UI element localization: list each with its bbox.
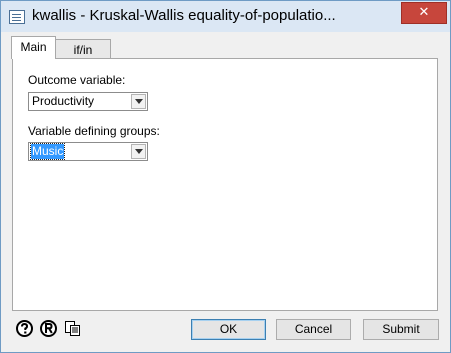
outcome-variable-label: Outcome variable: <box>28 73 126 87</box>
help-icon[interactable] <box>16 320 33 337</box>
dialog-window: kwallis - Kruskal-Wallis equality-of-pop… <box>0 0 451 353</box>
groups-variable-label: Variable defining groups: <box>28 124 160 138</box>
cancel-button-label: Cancel <box>294 322 333 336</box>
close-icon: ✕ <box>418 5 430 20</box>
window-title: kwallis - Kruskal-Wallis equality-of-pop… <box>32 7 336 24</box>
dialog-app-icon <box>9 10 25 24</box>
close-button[interactable]: ✕ <box>401 2 447 24</box>
ok-button[interactable]: OK <box>191 319 266 340</box>
outcome-dropdown-button[interactable] <box>131 94 146 109</box>
tab-if-in[interactable]: if/in <box>55 39 111 59</box>
groups-dropdown-button[interactable] <box>131 144 146 159</box>
groups-variable-value: Music <box>29 143 66 160</box>
submit-button[interactable]: Submit <box>363 319 439 340</box>
ok-button-label: OK <box>219 322 238 336</box>
reset-icon[interactable] <box>40 320 57 337</box>
submit-button-label: Submit <box>382 322 420 336</box>
main-tab-panel: Outcome variable: Productivity Variable … <box>12 58 438 311</box>
tab-if-in-label: if/in <box>73 43 93 57</box>
tab-main[interactable]: Main <box>11 36 56 59</box>
chevron-down-icon <box>135 99 143 104</box>
copy-command-icon[interactable] <box>64 320 81 337</box>
title-bar[interactable]: kwallis - Kruskal-Wallis equality-of-pop… <box>1 1 450 32</box>
tab-main-label: Main <box>20 40 47 54</box>
cancel-button[interactable]: Cancel <box>276 319 351 340</box>
outcome-variable-value: Productivity <box>32 94 95 108</box>
groups-variable-combo[interactable]: Music <box>28 142 148 161</box>
chevron-down-icon <box>135 149 143 154</box>
outcome-variable-combo[interactable]: Productivity <box>28 92 148 111</box>
